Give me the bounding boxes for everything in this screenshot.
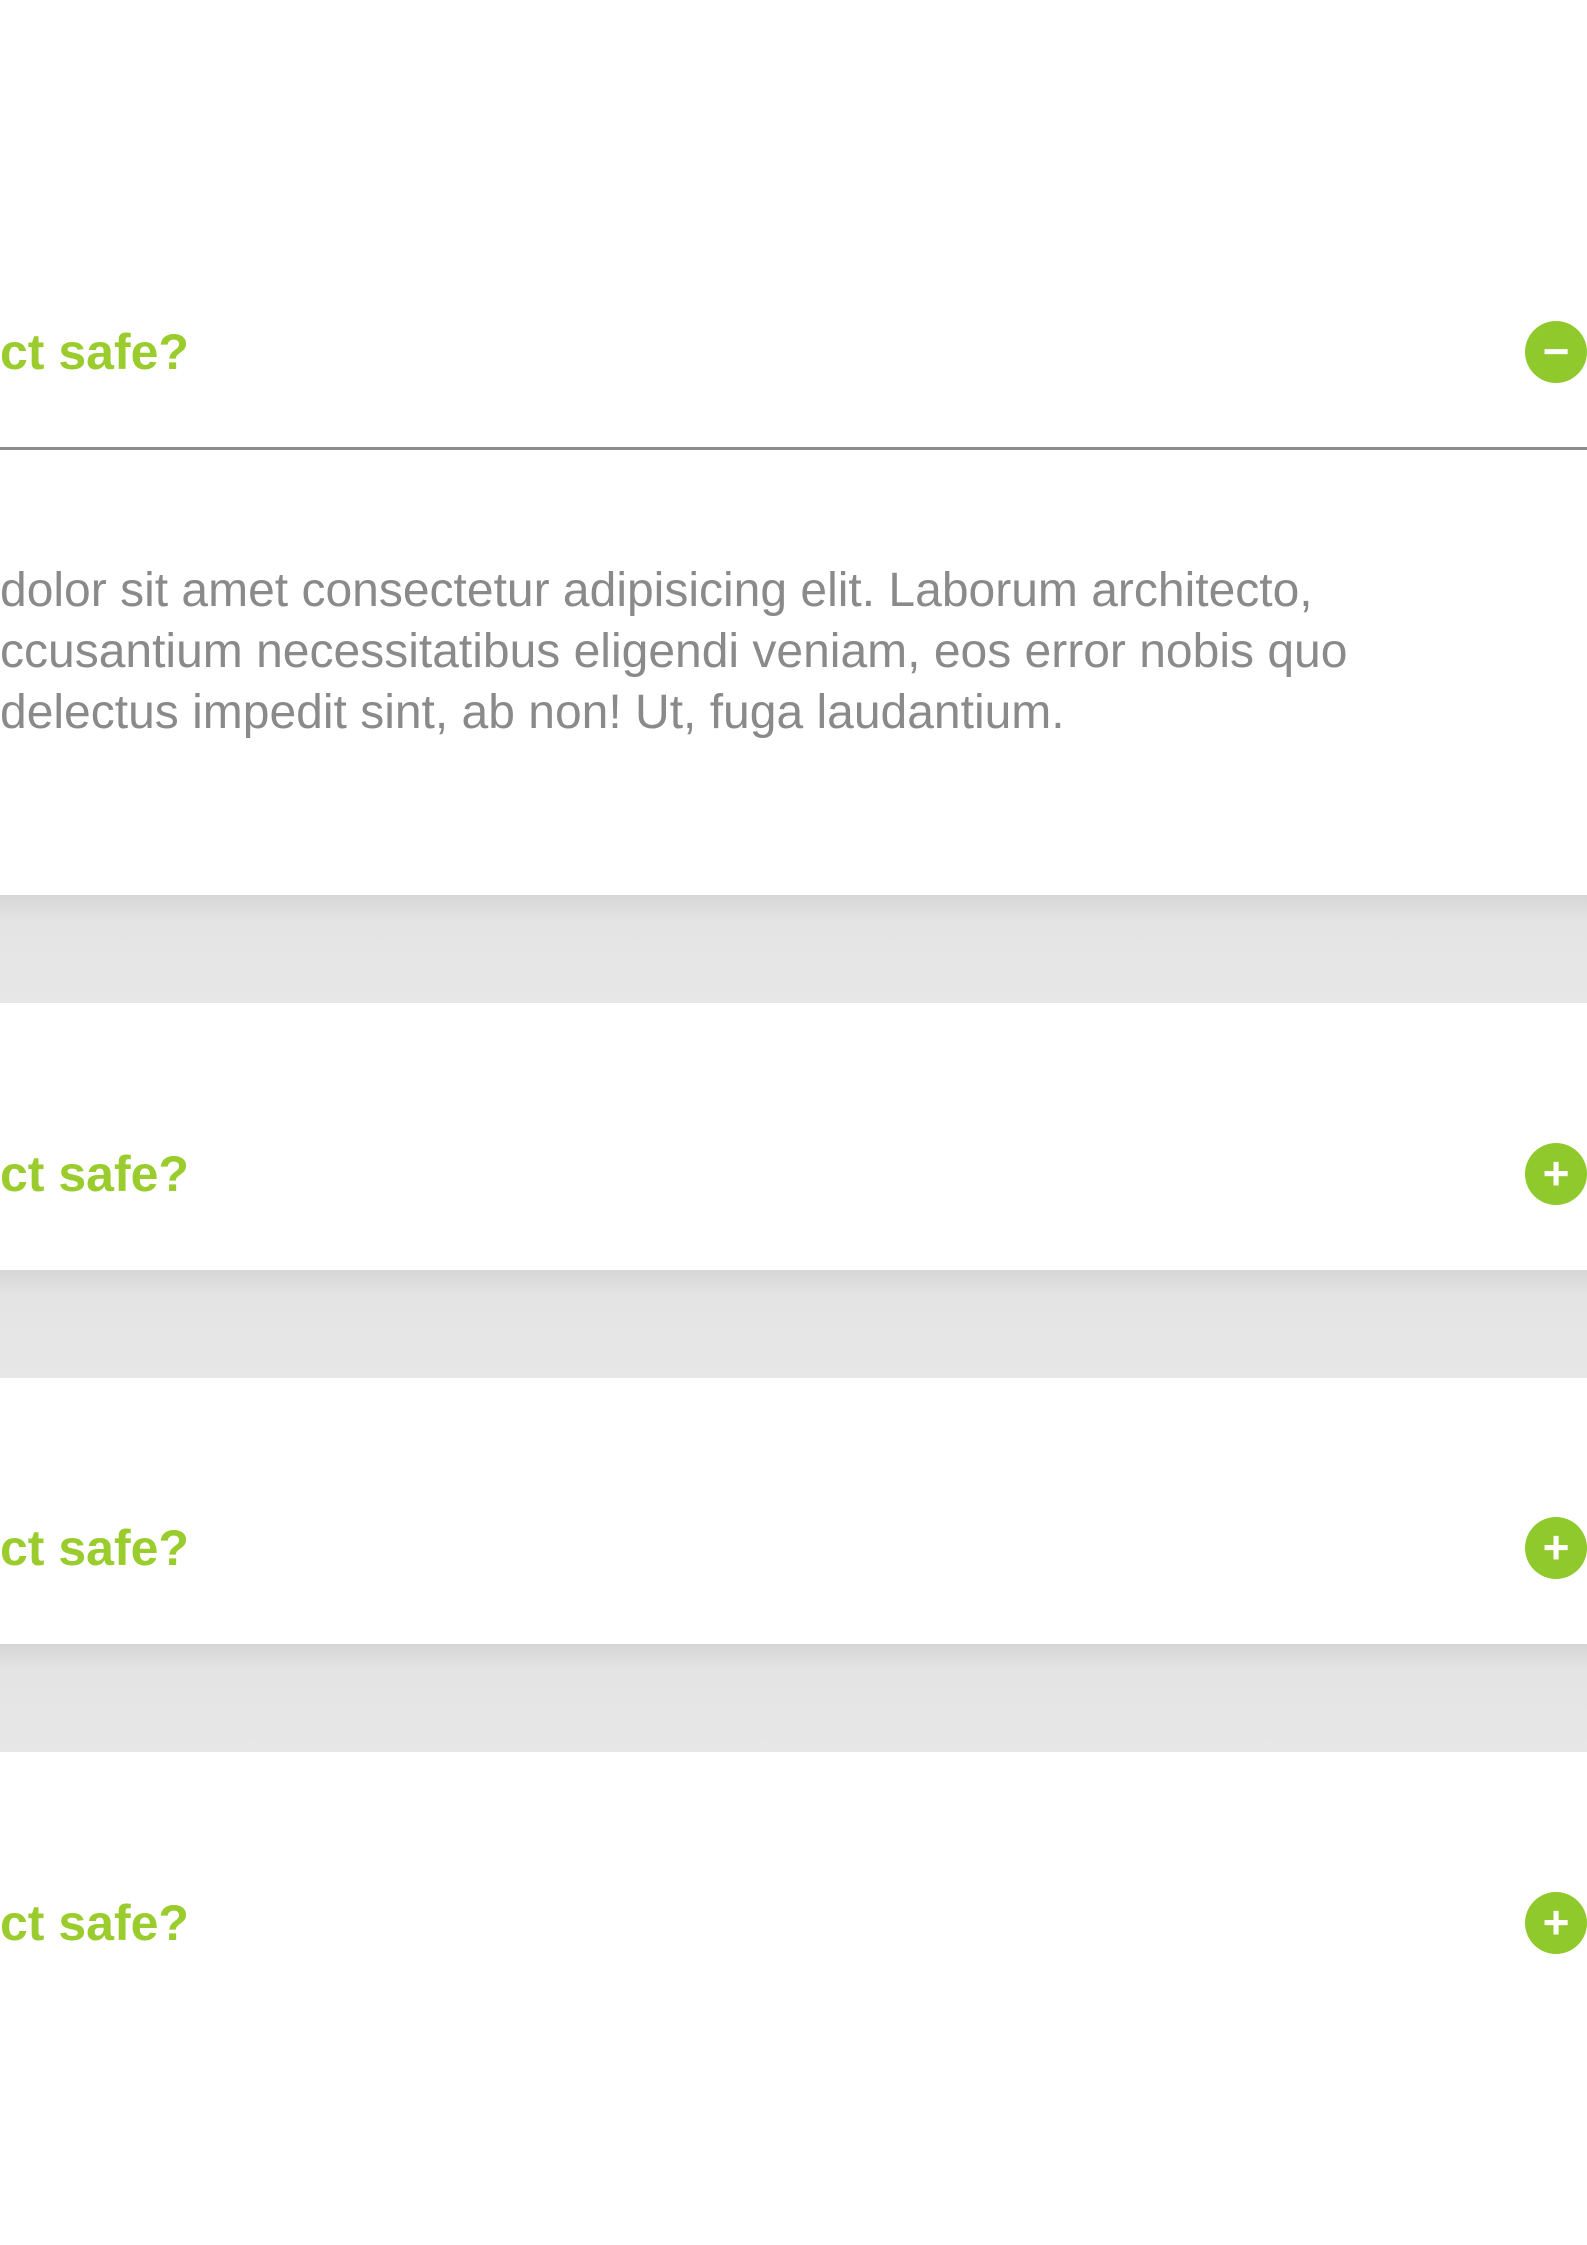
faq-separator [0,1644,1587,1752]
faq-answer-line: dolor sit amet consectetur adipisicing e… [0,564,1313,617]
expand-button-4[interactable]: + [1525,1892,1587,1954]
faq-item-header-1[interactable]: ct safe? − [0,292,1587,412]
faq-item-header-3[interactable]: ct safe? + [0,1488,1587,1608]
faq-question-4[interactable]: ct safe? [0,1863,189,1983]
faq-question-2[interactable]: ct safe? [0,1114,189,1234]
expand-button-2[interactable]: + [1525,1143,1587,1205]
faq-accordion: ct safe? − dolor sit amet consectetur ad… [0,0,1587,2245]
faq-answer-1: dolor sit amet consectetur adipisicing e… [0,560,1587,743]
faq-separator [0,1270,1587,1378]
faq-answer-line: delectus impedit sint, ab non! Ut, fuga … [0,686,1065,739]
plus-icon: + [1542,1147,1570,1199]
plus-icon: + [1542,1896,1570,1948]
faq-separator [0,895,1587,1003]
collapse-button-1[interactable]: − [1525,321,1587,383]
faq-item-header-2[interactable]: ct safe? + [0,1114,1587,1234]
faq-question-3[interactable]: ct safe? [0,1488,189,1608]
faq-divider [0,447,1587,450]
faq-question-1[interactable]: ct safe? [0,292,189,412]
plus-icon: + [1542,1521,1570,1573]
minus-icon: − [1542,325,1570,377]
faq-item-header-4[interactable]: ct safe? + [0,1863,1587,1983]
faq-answer-line: ccusantium necessitatibus eligendi venia… [0,625,1348,678]
expand-button-3[interactable]: + [1525,1517,1587,1579]
